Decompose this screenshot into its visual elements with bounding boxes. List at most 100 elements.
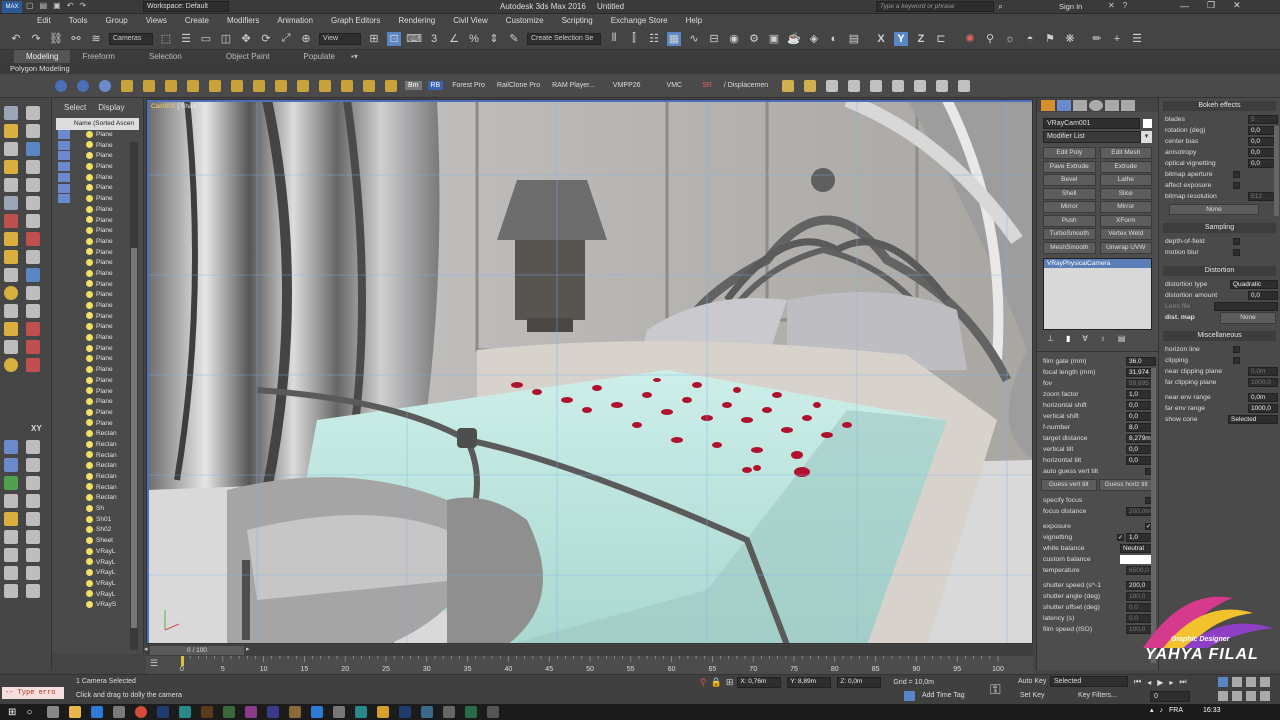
tool-icon[interactable] xyxy=(4,530,18,544)
light-bulb-icon[interactable] xyxy=(86,162,93,170)
modifier-button[interactable]: Mirror xyxy=(1099,201,1152,213)
layers-icon[interactable]: ☷ xyxy=(647,32,661,46)
unlink-icon[interactable]: ⚯ xyxy=(69,32,83,46)
light-bulb-icon[interactable] xyxy=(86,515,93,523)
lens-file-field[interactable] xyxy=(1214,302,1278,311)
app-icon-18[interactable] xyxy=(421,706,434,718)
light-bulb-icon[interactable] xyxy=(86,494,93,502)
layer-visibility-icon[interactable] xyxy=(58,183,70,193)
light-bulb-icon[interactable] xyxy=(86,237,93,245)
create-tab-icon[interactable] xyxy=(1041,99,1055,111)
light-bulb-icon[interactable] xyxy=(86,558,93,566)
plugin-icon-6[interactable] xyxy=(165,79,177,92)
isolate-icon[interactable]: ⚲ xyxy=(700,677,707,688)
tool-icon[interactable] xyxy=(4,124,18,138)
tool-icon[interactable] xyxy=(26,530,40,544)
plugin-icon-25[interactable] xyxy=(958,79,971,92)
rendered-frame-icon[interactable]: ▣ xyxy=(767,32,781,46)
light-bulb-icon[interactable] xyxy=(86,344,93,352)
plugin-icon-17[interactable] xyxy=(782,79,795,92)
tool-icon[interactable] xyxy=(26,160,40,174)
modifier-button[interactable]: Slice xyxy=(1099,187,1152,200)
plugin-icon-15[interactable] xyxy=(363,79,375,92)
tool-icon[interactable] xyxy=(4,160,18,174)
reference-coordinate-dropdown[interactable]: View xyxy=(319,32,361,45)
redo-icon[interactable]: ↷ xyxy=(79,1,86,10)
app-icon-16[interactable] xyxy=(377,706,390,718)
absolute-mode-icon[interactable]: ⊞ xyxy=(726,677,734,688)
angle-snap-icon[interactable]: ∠ xyxy=(447,32,461,46)
track-bar[interactable]: 0 5 10 15 20 25 30 35 40 45 50 55 60 65 70 75 80 85 90 95 10… xyxy=(146,656,1033,674)
search-icon[interactable]: ⌕ xyxy=(998,1,1003,12)
tool-icon[interactable] xyxy=(4,584,18,598)
light-bulb-icon[interactable] xyxy=(86,173,93,181)
play-icon[interactable]: ▶ xyxy=(1157,678,1163,687)
tool-icon[interactable] xyxy=(26,214,40,228)
tool-icon[interactable] xyxy=(4,142,18,156)
modifier-button[interactable]: Shell xyxy=(1043,187,1096,200)
new-icon[interactable]: ▢ xyxy=(26,1,34,10)
vmpp26-button[interactable]: VMPP26 xyxy=(613,82,641,89)
tool-icon[interactable] xyxy=(26,322,40,336)
axis-z-button[interactable]: Z xyxy=(914,32,928,46)
tool-icon[interactable] xyxy=(4,548,18,562)
network-icon[interactable]: ▴ xyxy=(1150,706,1154,714)
light-bulb-icon[interactable] xyxy=(86,141,93,149)
displacement-button[interactable]: / Displacemen xyxy=(724,82,768,89)
pin-stack-icon[interactable]: ⊥ xyxy=(1047,334,1054,343)
plugin-icon-14[interactable] xyxy=(341,79,353,92)
start-icon[interactable]: ⊞ xyxy=(8,707,16,718)
display-tab-icon[interactable] xyxy=(1105,99,1119,111)
app-icon-21[interactable] xyxy=(487,706,500,718)
bind-space-warp-icon[interactable]: ≋ xyxy=(89,32,103,46)
lock-selection-icon[interactable]: 🔒 xyxy=(711,677,722,688)
pivot-center-icon[interactable]: ⊞ xyxy=(367,32,381,46)
near-clipping-spinner[interactable]: 0,0m xyxy=(1248,367,1278,376)
app-icon-14[interactable] xyxy=(333,706,346,718)
exchange-icon[interactable]: ✕ xyxy=(1108,1,1115,10)
plugin-icon-1[interactable] xyxy=(55,79,67,92)
bokeh-checkbox[interactable] xyxy=(1233,182,1240,189)
help-icon[interactable]: ? xyxy=(1123,1,1127,10)
modifier-list-arrow-icon[interactable]: ▾ xyxy=(1141,131,1152,143)
explorer-scroll-thumb[interactable] xyxy=(131,248,137,628)
render-setup-icon[interactable]: ⚙ xyxy=(747,32,761,46)
light-bulb-icon[interactable] xyxy=(86,355,93,363)
vray-dome-icon[interactable]: ◓ xyxy=(1023,32,1037,46)
explorer-app-icon[interactable] xyxy=(69,706,82,718)
tool-icon[interactable] xyxy=(26,358,40,372)
coord-y-field[interactable]: Y: 8,89m xyxy=(787,677,832,688)
zoom-extents-icon[interactable] xyxy=(1246,677,1256,687)
object-color-swatch[interactable] xyxy=(1143,119,1152,128)
close-button[interactable]: ✕ xyxy=(1233,0,1241,11)
language-indicator[interactable]: FRA xyxy=(1169,707,1183,714)
tool-icon[interactable] xyxy=(26,340,40,354)
depth-of-field-checkbox[interactable] xyxy=(1233,238,1240,245)
select-object-icon[interactable]: ⬚ xyxy=(159,32,173,46)
place-icon[interactable]: ⊕ xyxy=(299,32,313,46)
add-icon[interactable]: + xyxy=(1110,32,1124,46)
set-key-button[interactable]: Set Key xyxy=(1020,692,1045,699)
light-bulb-icon[interactable] xyxy=(86,194,93,202)
configure-sets-icon[interactable]: ▤ xyxy=(1118,334,1126,343)
light-bulb-icon[interactable] xyxy=(86,184,93,192)
distortion-header[interactable]: Distortion xyxy=(1163,266,1276,276)
coord-x-field[interactable]: X: 0,76m xyxy=(737,677,782,688)
light-bulb-icon[interactable] xyxy=(86,280,93,288)
tab-selection[interactable]: Selection xyxy=(127,50,204,63)
modifier-button[interactable]: Push xyxy=(1043,214,1096,227)
layer-visibility-icon[interactable] xyxy=(58,162,70,172)
app-icon-13[interactable] xyxy=(311,706,324,718)
make-unique-icon[interactable]: ∀ xyxy=(1082,334,1087,343)
menu-animation[interactable]: Animation xyxy=(268,14,322,28)
axis-xy-button[interactable]: XY xyxy=(31,424,42,433)
tool-icon[interactable] xyxy=(4,214,18,228)
motion-blur-checkbox[interactable] xyxy=(1233,249,1240,256)
spinner-snap-icon[interactable]: ⇕ xyxy=(487,32,501,46)
light-bulb-icon[interactable] xyxy=(86,259,93,267)
menu-group[interactable]: Group xyxy=(96,14,136,28)
time-config-icon[interactable] xyxy=(1260,691,1270,701)
bokeh-checkbox[interactable] xyxy=(1233,171,1240,178)
light-bulb-icon[interactable] xyxy=(86,601,93,609)
guess-horiz-tilt-button[interactable]: Guess horiz tilt xyxy=(1098,478,1154,491)
